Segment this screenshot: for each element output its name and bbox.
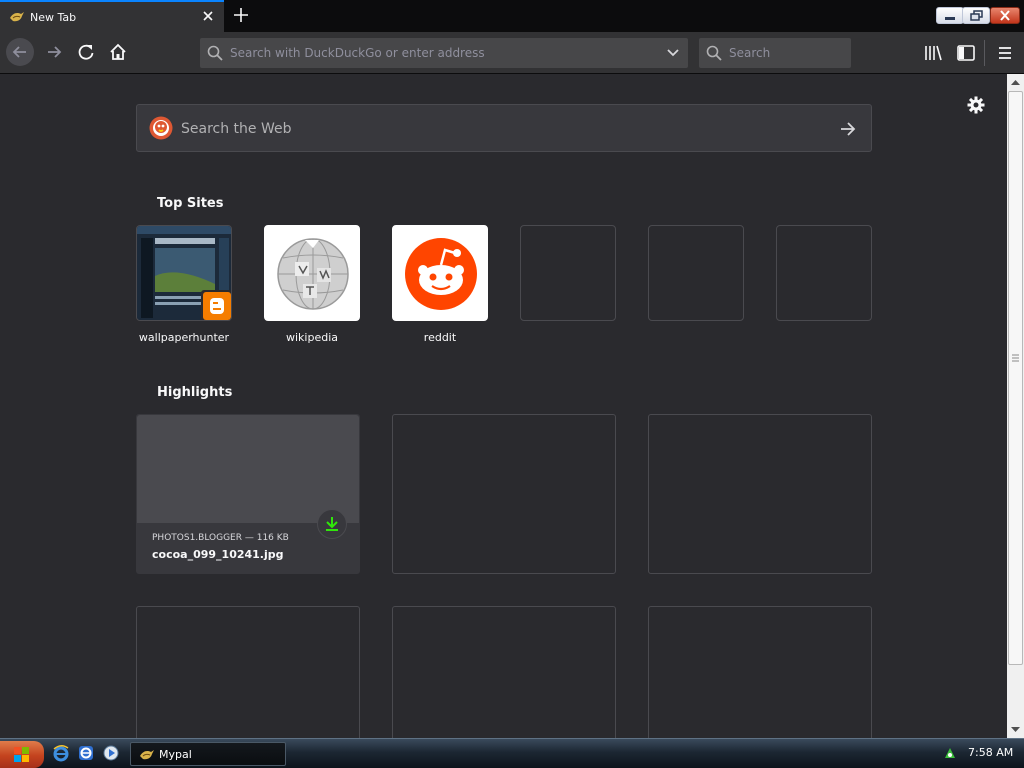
- mypal-bird-icon: [10, 12, 24, 22]
- mypal-bird-icon: [140, 750, 154, 760]
- reddit-alien-icon: [405, 238, 477, 310]
- top-site-placeholder: [776, 225, 872, 321]
- internet-explorer-icon[interactable]: [52, 744, 70, 762]
- tab-title: New Tab: [30, 11, 77, 24]
- close-tab-icon[interactable]: [200, 8, 216, 24]
- home-icon[interactable]: [104, 38, 132, 66]
- top-site-placeholder: [648, 225, 744, 321]
- network-tray-icon[interactable]: [942, 745, 958, 761]
- top-site-label: wikipedia: [285, 331, 338, 344]
- arrow-right-icon[interactable]: [837, 118, 859, 140]
- highlight-placeholder: [648, 606, 872, 738]
- search-input[interactable]: [729, 43, 845, 63]
- new-tab-page: Top Sites wallpaperhunter: [0, 74, 1007, 738]
- scrollbar-thumb[interactable]: [1008, 91, 1023, 665]
- scroll-up-arrow-icon[interactable]: [1007, 74, 1024, 91]
- address-bar[interactable]: [200, 38, 688, 68]
- search-icon: [706, 45, 722, 61]
- highlight-source: PHOTOS1.BLOGGER — 116 KB: [152, 533, 289, 543]
- sidebar-icon[interactable]: [955, 42, 977, 64]
- top-site-label: reddit: [423, 331, 457, 344]
- ie-blue-icon[interactable]: [77, 744, 95, 762]
- start-button[interactable]: [0, 741, 44, 768]
- highlight-placeholder: [136, 606, 360, 738]
- taskbar-item-mypal[interactable]: Mypal: [130, 742, 286, 766]
- highlight-title: cocoa_099_10241.jpg: [152, 548, 284, 561]
- vertical-scrollbar[interactable]: [1007, 74, 1024, 738]
- close-icon: [1000, 10, 1010, 21]
- toolbar-separator: [984, 40, 985, 66]
- highlight-preview: [137, 415, 359, 523]
- top-site-tile-wallpaperhunter[interactable]: [136, 225, 232, 321]
- wikipedia-globe-icon: [277, 238, 349, 310]
- restore-icon: [970, 10, 983, 21]
- download-icon: [326, 517, 338, 531]
- tab-new-tab[interactable]: New Tab: [0, 0, 224, 32]
- minimize-icon: [945, 17, 955, 20]
- top-site-tile-reddit[interactable]: [392, 225, 488, 321]
- tab-strip: New Tab: [0, 0, 1024, 32]
- duckduckgo-icon: [149, 116, 173, 140]
- taskbar-item-label: Mypal: [159, 748, 192, 761]
- top-site-tile-wikipedia[interactable]: [264, 225, 360, 321]
- new-tab-plus-icon[interactable]: [230, 4, 252, 26]
- highlights-heading: Highlights: [157, 385, 233, 400]
- web-search-box[interactable]: [136, 104, 872, 152]
- scroll-down-arrow-icon[interactable]: [1007, 721, 1024, 738]
- hamburger-menu-icon[interactable]: [994, 42, 1016, 64]
- restore-button[interactable]: [962, 7, 990, 24]
- top-site-label: wallpaperhunter: [138, 331, 230, 344]
- highlight-card[interactable]: PHOTOS1.BLOGGER — 116 KB cocoa_099_10241…: [136, 414, 360, 574]
- chevron-down-icon[interactable]: [666, 48, 680, 58]
- system-clock[interactable]: 7:58 AM: [968, 746, 1013, 759]
- windows-taskbar: Mypal 7:58 AM: [0, 738, 1024, 768]
- forward-arrow-icon[interactable]: [40, 38, 68, 66]
- search-bar[interactable]: [699, 38, 851, 68]
- windows-logo-icon: [14, 747, 29, 762]
- search-icon: [207, 45, 223, 61]
- top-site-placeholder: [520, 225, 616, 321]
- back-arrow-icon[interactable]: [6, 38, 34, 66]
- grip-icon: [1012, 354, 1019, 362]
- highlight-placeholder: [392, 414, 616, 574]
- library-icon[interactable]: [922, 42, 944, 64]
- download-badge: [317, 509, 347, 539]
- web-search-input[interactable]: [181, 119, 821, 139]
- address-input[interactable]: [230, 43, 650, 63]
- close-window-button[interactable]: [990, 7, 1020, 24]
- blogger-icon: [201, 290, 231, 320]
- media-player-icon[interactable]: [102, 744, 120, 762]
- top-sites-heading: Top Sites: [157, 196, 224, 211]
- gear-icon[interactable]: [966, 95, 986, 115]
- highlight-placeholder: [392, 606, 616, 738]
- navigation-toolbar: [0, 32, 1024, 74]
- reload-icon[interactable]: [72, 38, 100, 66]
- highlight-placeholder: [648, 414, 872, 574]
- minimize-button[interactable]: [936, 7, 964, 24]
